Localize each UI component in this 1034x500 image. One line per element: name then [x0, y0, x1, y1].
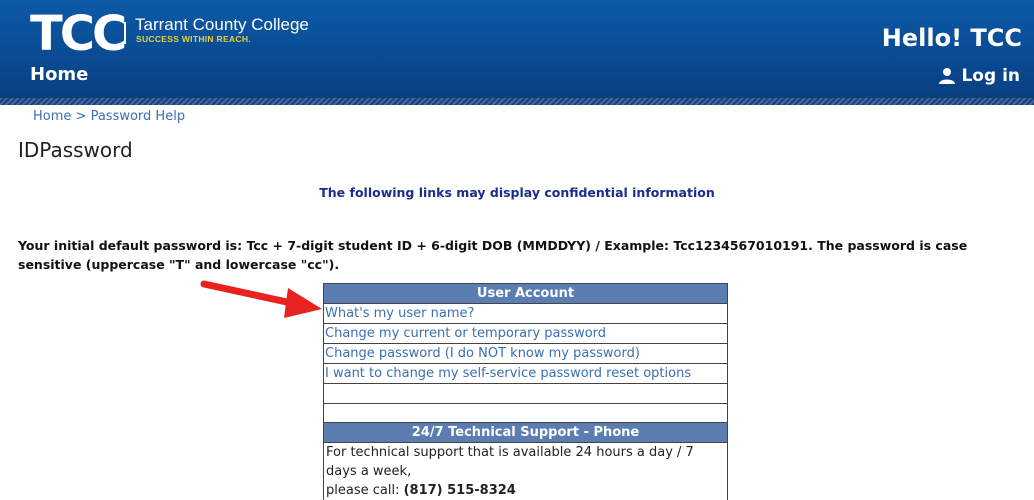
- link-change-password-forgot[interactable]: Change password (I do NOT know my passwo…: [324, 344, 727, 364]
- site-header: TCC Tarrant County College SUCCESS WITHI…: [0, 0, 1034, 98]
- header-home-link[interactable]: Home: [30, 64, 88, 85]
- panel-spacer-row: [324, 384, 727, 404]
- confidential-notice: The following links may display confiden…: [319, 185, 715, 200]
- breadcrumb-separator: >: [75, 109, 87, 124]
- logo-divider: [124, 22, 126, 44]
- link-change-reset-options[interactable]: I want to change my self-service passwor…: [324, 364, 727, 384]
- greeting-text: Hello! TCC: [881, 24, 1022, 52]
- login-label: Log in: [961, 66, 1020, 86]
- tech-support-header: 24/7 Technical Support - Phone: [324, 422, 727, 443]
- support-line-1: For technical support that is available …: [326, 445, 694, 479]
- support-line-2: please call: (817) 515-8324: [326, 481, 727, 500]
- page-title: IDPassword: [18, 138, 133, 162]
- breadcrumb: Home > Password Help: [33, 109, 185, 124]
- header-stripe: [0, 98, 1034, 105]
- red-arrow-annotation: [200, 280, 322, 318]
- breadcrumb-current[interactable]: Password Help: [91, 109, 186, 124]
- login-button[interactable]: Log in: [938, 66, 1020, 86]
- user-account-header: User Account: [324, 283, 727, 304]
- breadcrumb-home-link[interactable]: Home: [33, 109, 71, 124]
- support-call-prefix: please call:: [326, 483, 400, 498]
- user-icon: [939, 68, 956, 84]
- user-account-panel: User Account What's my user name? Change…: [323, 283, 728, 500]
- link-whats-my-username[interactable]: What's my user name?: [324, 304, 727, 324]
- link-change-current-password[interactable]: Change my current or temporary password: [324, 324, 727, 344]
- panel-gap: [324, 404, 727, 422]
- default-password-info: Your initial default password is: Tcc + …: [18, 238, 968, 272]
- college-tagline: SUCCESS WITHIN REACH.: [136, 34, 251, 44]
- college-name: Tarrant County College: [135, 15, 309, 34]
- tcc-logo[interactable]: TCC: [30, 8, 127, 60]
- support-phone-number[interactable]: (817) 515-8324: [404, 483, 516, 498]
